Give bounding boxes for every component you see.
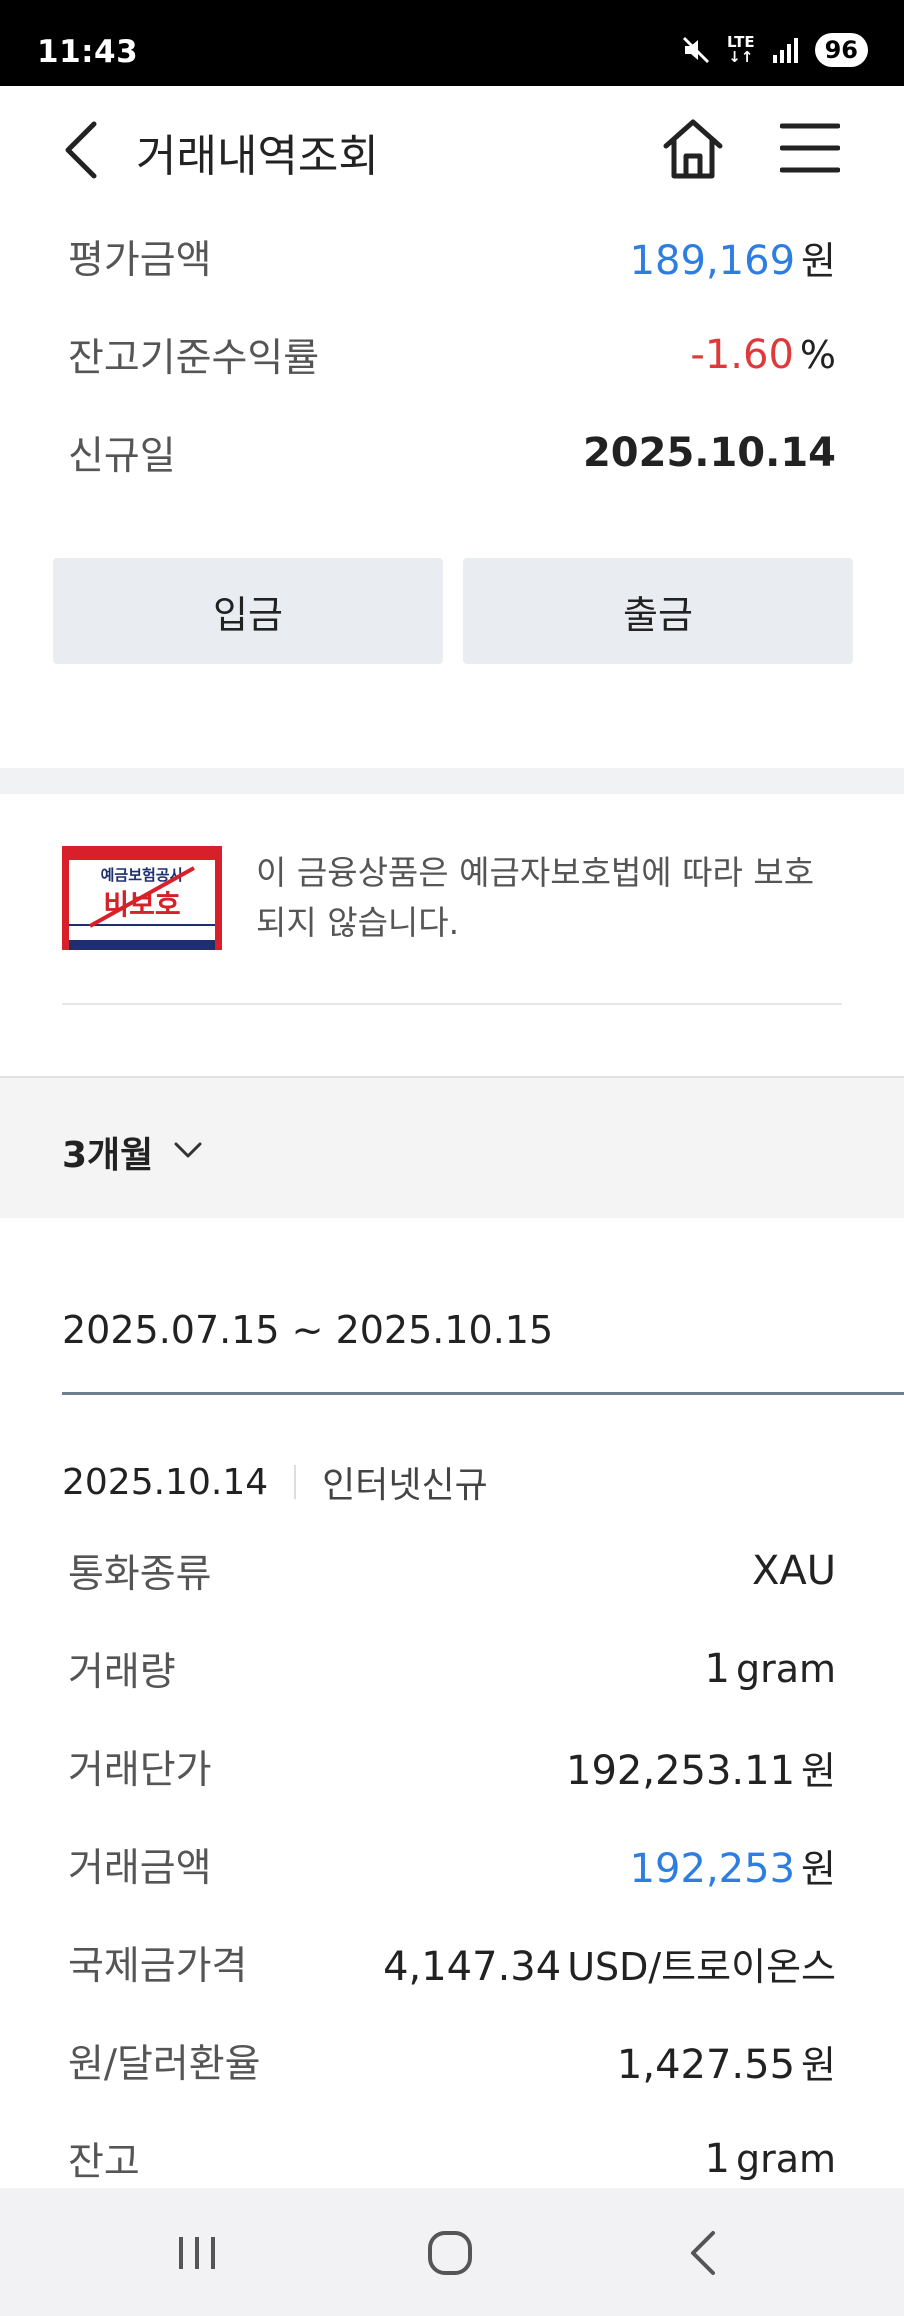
detail-unit: 원 bbox=[801, 1748, 836, 1793]
withdraw-button[interactable]: 출금 bbox=[463, 558, 853, 664]
battery-indicator: 96 bbox=[814, 33, 868, 67]
summary-label: 잔고기준수익률 bbox=[68, 336, 320, 381]
summary-row-open-date: 신규일 2025.10.14 bbox=[68, 418, 836, 488]
status-time: 11:43 bbox=[37, 34, 139, 70]
deposit-button[interactable]: 입금 bbox=[53, 558, 443, 664]
status-bar: 11:43 LTE ↓↑ 96 bbox=[0, 0, 904, 86]
section-divider bbox=[0, 768, 904, 794]
detail-row-currency: 통화종류 XAU bbox=[68, 1536, 836, 1606]
back-nav-button[interactable] bbox=[668, 2218, 738, 2288]
date-range: 2025.07.15 ~ 2025.10.15 bbox=[62, 1308, 554, 1352]
detail-label: 거래금액 bbox=[68, 1846, 212, 1891]
period-label[interactable]: 3개월 bbox=[62, 1126, 153, 1178]
system-navigation-bar bbox=[0, 2188, 904, 2316]
hamburger-menu-icon bbox=[779, 123, 841, 173]
divider bbox=[62, 1003, 842, 1005]
summary-label: 신규일 bbox=[68, 434, 176, 479]
detail-row-gold-price: 국제금가격 4,147.34 USD/트로이온스 bbox=[68, 1928, 836, 1998]
svg-text:비보호: 비보호 bbox=[103, 888, 180, 921]
detail-label: 거래단가 bbox=[68, 1748, 212, 1793]
summary-value: 2025.10.14 bbox=[582, 430, 836, 476]
detail-unit: 원 bbox=[801, 2042, 836, 2087]
signal-icon bbox=[772, 38, 798, 63]
detail-row-exchange-rate: 원/달러환율 1,427.55 원 bbox=[68, 2026, 836, 2096]
home-button[interactable] bbox=[660, 116, 726, 182]
status-icons: LTE ↓↑ 96 bbox=[681, 30, 868, 70]
summary-row-valuation: 평가금액 189,169 원 bbox=[68, 222, 836, 292]
page-title: 거래내역조회 bbox=[136, 131, 379, 182]
detail-unit: 원 bbox=[801, 1846, 836, 1891]
detail-value: 4,147.34 bbox=[383, 1943, 562, 1990]
home-icon bbox=[663, 119, 723, 179]
period-selector[interactable]: 3개월 bbox=[0, 1076, 904, 1218]
transaction-date: 2025.10.14 bbox=[62, 1461, 269, 1503]
detail-unit: gram bbox=[735, 2137, 836, 2181]
detail-unit: gram bbox=[735, 1647, 836, 1691]
menu-button[interactable] bbox=[779, 122, 841, 174]
date-range-divider bbox=[62, 1392, 904, 1395]
detail-row-balance: 잔고 1 gram bbox=[68, 2124, 836, 2194]
recent-apps-icon bbox=[179, 2237, 215, 2269]
home-circle-icon bbox=[428, 2231, 472, 2275]
recent-apps-button[interactable] bbox=[162, 2218, 232, 2288]
detail-value: 1 bbox=[704, 1646, 730, 1692]
home-nav-button[interactable] bbox=[415, 2218, 485, 2288]
back-button[interactable] bbox=[58, 118, 106, 182]
detail-row-quantity: 거래량 1 gram bbox=[68, 1634, 836, 1704]
summary-value: -1.60 bbox=[690, 332, 794, 378]
detail-row-unit-price: 거래단가 192,253.11 원 bbox=[68, 1732, 836, 1802]
detail-row-amount: 거래금액 192,253 원 bbox=[68, 1830, 836, 1900]
summary-unit: % bbox=[799, 333, 836, 377]
transaction-type: 인터넷신규 bbox=[322, 1465, 488, 1506]
chevron-down-icon bbox=[174, 1142, 202, 1158]
detail-unit: USD/트로이온스 bbox=[567, 1944, 836, 1989]
detail-label: 국제금가격 bbox=[68, 1944, 248, 1989]
mute-icon bbox=[682, 36, 710, 64]
transaction-header: 2025.10.14 인터넷신규 bbox=[62, 1456, 488, 1508]
app-header: 거래내역조회 bbox=[0, 86, 904, 212]
back-nav-icon bbox=[691, 2231, 715, 2275]
separator bbox=[294, 1465, 297, 1499]
non-protection-badge: 예금보험공사 비보호 bbox=[62, 846, 222, 950]
summary-value: 189,169 bbox=[629, 237, 796, 284]
detail-value: 1 bbox=[704, 2136, 730, 2182]
detail-label: 잔고 bbox=[68, 2140, 140, 2185]
summary-unit: 원 bbox=[801, 238, 836, 283]
detail-value: 192,253 bbox=[629, 1845, 796, 1892]
detail-label: 통화종류 bbox=[68, 1552, 212, 1597]
detail-label: 거래량 bbox=[68, 1650, 176, 1695]
chevron-left-icon bbox=[65, 121, 97, 179]
detail-label: 원/달러환율 bbox=[68, 2042, 261, 2087]
network-type: LTE ↓↑ bbox=[727, 33, 755, 66]
protection-notice: 이 금융상품은 예금자보호법에 따라 보호되지 않습니다. bbox=[256, 853, 815, 942]
detail-value: XAU bbox=[751, 1548, 836, 1594]
summary-label: 평가금액 bbox=[68, 238, 212, 283]
detail-value: 192,253.11 bbox=[566, 1747, 796, 1794]
detail-value: 1,427.55 bbox=[616, 2041, 796, 2088]
summary-row-return-rate: 잔고기준수익률 -1.60 % bbox=[68, 320, 836, 390]
